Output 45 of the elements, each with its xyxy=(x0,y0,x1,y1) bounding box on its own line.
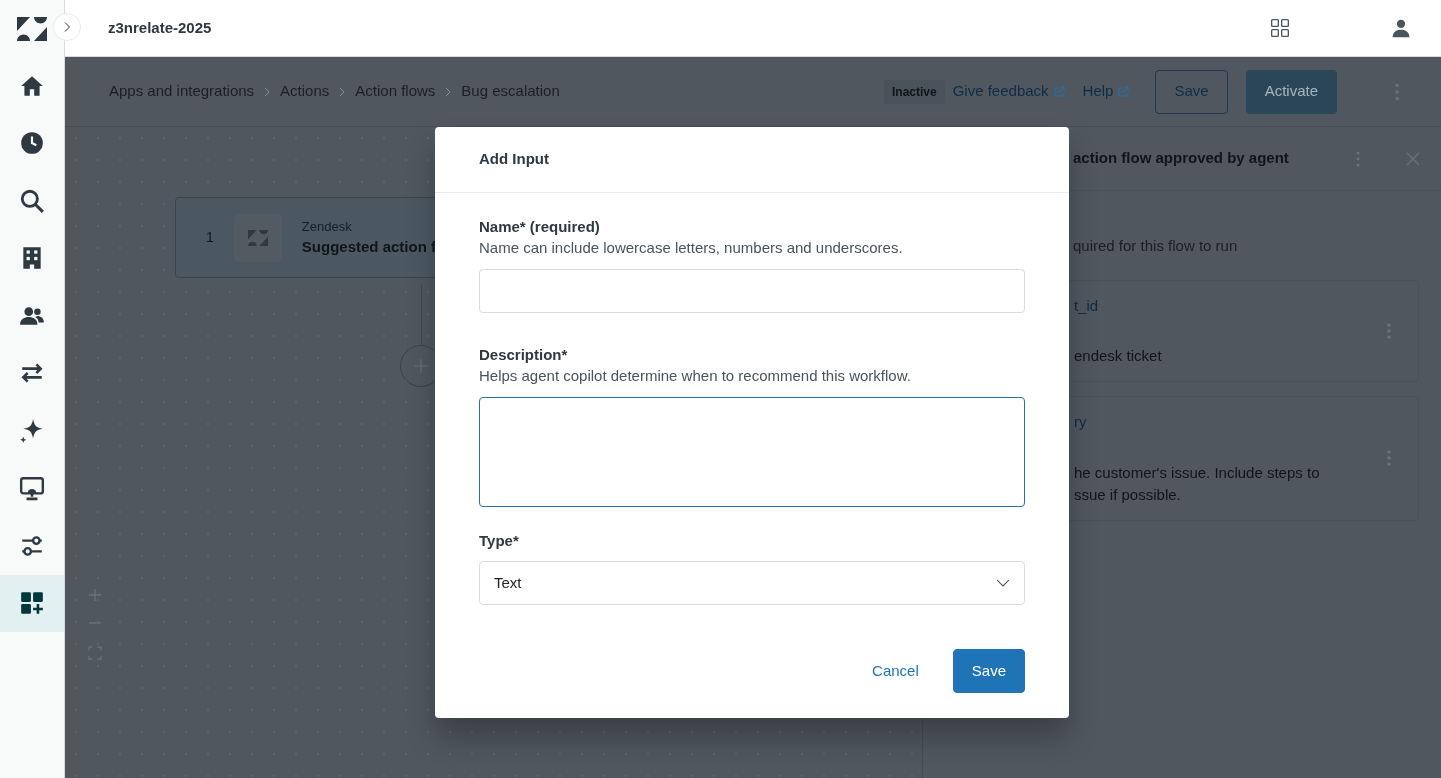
step-app: Zendesk xyxy=(301,217,353,236)
save-button[interactable]: Save xyxy=(952,649,1025,693)
step-number: 1 xyxy=(206,228,214,247)
nav-item[interactable] xyxy=(0,574,64,632)
plus-icon xyxy=(413,358,429,374)
user-icon[interactable] xyxy=(1391,18,1411,38)
breadcrumb-link[interactable]: Bug escalation xyxy=(461,80,560,103)
input-description: he customer's issue. Include steps to xyxy=(1074,462,1321,483)
panel-subtitle: quired for this flow to run xyxy=(1073,236,1239,256)
save-button[interactable]: Save xyxy=(1155,69,1228,114)
breadcrumb-link[interactable]: Actions xyxy=(280,80,330,103)
input-name: t_id xyxy=(1074,295,1100,316)
field-hint: Name can include lowercase letters, numbers and underscores. xyxy=(479,238,904,258)
type-dropdown[interactable]: Text xyxy=(479,561,1025,605)
workspace-name: z3nrelate-2025 xyxy=(108,17,212,38)
input-description: endesk ticket xyxy=(1074,346,1163,366)
chevron-right-icon xyxy=(262,86,273,97)
field-label: Name* (required) xyxy=(479,217,601,237)
field-label: Type* xyxy=(479,531,520,551)
cancel-button[interactable]: Cancel xyxy=(866,658,925,684)
field-hint: Helps agent copilot determine when to recommend this workflow. xyxy=(479,366,912,386)
clock-icon xyxy=(19,130,45,157)
panel-title: action flow approved by agent xyxy=(1073,148,1289,169)
field-label: Description* xyxy=(479,345,569,365)
chevron-right-icon xyxy=(337,86,348,97)
status-badge: Inactive xyxy=(884,79,945,104)
apps-add-icon xyxy=(19,590,45,617)
input-description: ssue if possible. xyxy=(1074,484,1182,505)
input-name: ry xyxy=(1074,412,1088,432)
activate-button[interactable]: Activate xyxy=(1245,69,1337,114)
chevron-right-icon xyxy=(443,86,454,97)
external-link[interactable]: Help xyxy=(1082,80,1130,103)
logo-icon xyxy=(247,229,268,246)
search-icon xyxy=(19,187,45,214)
name-field[interactable] xyxy=(479,269,1025,313)
logo-icon[interactable] xyxy=(17,16,47,41)
external-link-icon xyxy=(1117,85,1130,98)
breadcrumb-link[interactable]: Action flows xyxy=(355,80,436,103)
apps-grid-icon[interactable] xyxy=(1270,18,1290,38)
breadcrumb-link[interactable]: Apps and integrations xyxy=(109,80,255,103)
dialog-title: Add Input xyxy=(479,149,549,170)
external-link[interactable]: Give feedback xyxy=(952,80,1065,103)
monitor-icon xyxy=(19,475,45,502)
description-field[interactable] xyxy=(479,397,1025,507)
external-link-icon xyxy=(1052,85,1065,98)
